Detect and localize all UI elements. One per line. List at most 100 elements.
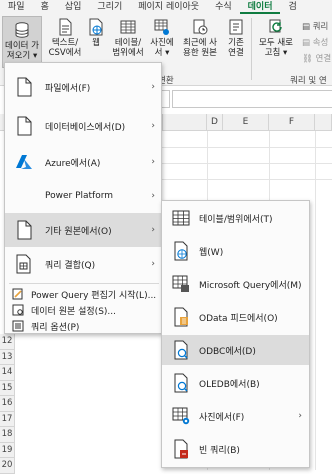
menu-item-label: 기타 원본에서(O) xyxy=(45,226,112,237)
power-query-editor-icon xyxy=(11,287,25,301)
submenu-item-label: 사진에서(F) xyxy=(199,412,245,423)
chevron-right-icon: › xyxy=(298,411,302,421)
group-label-queries: 쿼리 및 연 xyxy=(290,76,327,86)
tab-insert[interactable]: 삽입 xyxy=(57,0,90,14)
oledb-icon xyxy=(171,373,191,393)
recent-sources-button[interactable]: 최근에 사 용한 원본 xyxy=(178,18,222,58)
properties-label: 속성 xyxy=(312,38,329,48)
from-picture-label: 사진에 서 ▾ xyxy=(150,38,174,58)
menu-separator xyxy=(9,283,159,284)
submenu-item-web[interactable]: 웹(W) xyxy=(162,236,309,266)
submenu-item-label: Microsoft Query에서(M) xyxy=(199,280,302,291)
menu-item-power-platform[interactable]: Power Platform › xyxy=(5,179,161,213)
chevron-right-icon: › xyxy=(151,82,155,92)
existing-connections-label: 기존 연결 xyxy=(228,38,244,58)
tab-formulas[interactable]: 수식 xyxy=(207,0,240,14)
row-header[interactable]: 14 xyxy=(0,365,15,381)
data-source-settings-icon xyxy=(11,303,25,317)
table-range-label: 테이블/ 범위에서 xyxy=(112,38,144,58)
connections-icon xyxy=(229,19,243,35)
text-csv-label: 텍스트/ CSV에서 xyxy=(48,38,82,58)
submenu-item-label: 테이블/범위에서(T) xyxy=(199,214,273,225)
column-header[interactable] xyxy=(162,114,207,131)
row-header[interactable]: 17 xyxy=(0,411,15,427)
combine-queries-icon xyxy=(13,253,35,275)
table-icon xyxy=(171,208,191,228)
row-header[interactable]: 18 xyxy=(0,427,15,443)
submenu-item-blank-query[interactable]: 빈 쿼리(B) xyxy=(162,434,309,464)
menu-item-label: 파일에서(F) xyxy=(45,83,91,94)
web-page-icon xyxy=(89,18,103,36)
tab-draw[interactable]: 그리기 xyxy=(89,0,130,14)
row-header[interactable]: 19 xyxy=(0,442,15,458)
refresh-icon xyxy=(269,19,282,33)
properties-button[interactable]: ▤ 속성 xyxy=(302,36,328,48)
menu-item-data-source-settings[interactable]: 데이터 원본 설정(S)... xyxy=(5,302,161,318)
submenu-item-microsoft-query[interactable]: Microsoft Query에서(M) xyxy=(162,269,309,299)
refresh-all-button[interactable]: 모두 새로 고침 ▾ xyxy=(254,18,298,58)
recent-sources-label: 최근에 사 용한 원본 xyxy=(183,38,217,58)
chevron-right-icon: › xyxy=(151,225,155,235)
menu-item-label: 데이터베이스에서(D) xyxy=(45,122,126,133)
tab-review[interactable]: 검 xyxy=(280,0,304,14)
column-header-d[interactable]: D xyxy=(207,114,223,131)
submenu-item-odata-feed[interactable]: OData 피드에서(O) xyxy=(162,302,309,332)
column-header-e[interactable]: E xyxy=(223,114,269,131)
other-sources-icon xyxy=(13,219,35,241)
refresh-all-label: 모두 새로 고침 ▾ xyxy=(259,38,293,58)
submenu-item-oledb[interactable]: OLEDB에서(B) xyxy=(162,368,309,398)
recent-sources-icon xyxy=(193,19,208,35)
row-header[interactable]: 12 xyxy=(0,334,15,350)
submenu-item-from-picture[interactable]: 사진에서(F) › xyxy=(162,401,309,431)
text-csv-button[interactable]: 텍스트/ CSV에서 xyxy=(45,18,85,58)
column-header-f[interactable]: F xyxy=(269,114,315,131)
edit-links-button[interactable]: ⛓ 연결 xyxy=(302,52,331,64)
from-picture-button[interactable]: 사진에 서 ▾ xyxy=(148,18,176,58)
submenu-item-odbc[interactable]: ODBC에서(D) xyxy=(162,335,309,365)
existing-connections-button[interactable]: 기존 연결 xyxy=(224,18,248,58)
tab-data[interactable]: 데이터 xyxy=(239,0,281,14)
gridline xyxy=(315,131,316,470)
column-header[interactable] xyxy=(315,114,332,131)
web-button[interactable]: 웹 xyxy=(86,18,106,48)
formula-bar[interactable] xyxy=(172,90,332,108)
row-header[interactable]: 15 xyxy=(0,380,15,396)
ribbon-tabs: 파일 홈 삽입 그리기 페이지 레이아웃 수식 데이터 검 xyxy=(0,0,332,14)
odata-feed-icon xyxy=(171,307,191,327)
menu-item-label: Power Platform xyxy=(45,191,114,201)
odbc-icon xyxy=(171,340,191,360)
menu-item-label: 쿼리 결합(Q) xyxy=(45,260,96,271)
row-header[interactable]: 13 xyxy=(0,349,15,365)
menu-item-combine-queries[interactable]: 쿼리 결합(Q) › xyxy=(5,247,161,281)
menu-item-from-file[interactable]: 파일에서(F) › xyxy=(5,67,161,107)
get-data-button[interactable]: 데이터 가 져오기 ▾ xyxy=(2,16,42,68)
menu-item-launch-power-query[interactable]: Power Query 편집기 시작(L)... xyxy=(5,286,161,302)
submenu-item-table-range[interactable]: 테이블/범위에서(T) xyxy=(162,203,309,233)
menu-item-query-options[interactable]: 쿼리 옵션(P) xyxy=(5,318,161,334)
menu-item-label: 쿼리 옵션(P) xyxy=(31,322,80,333)
submenu-item-label: OData 피드에서(O) xyxy=(199,313,278,324)
table-range-button[interactable]: 테이블/ 범위에서 xyxy=(108,18,148,58)
chevron-right-icon: › xyxy=(151,157,155,167)
chevron-right-icon: › xyxy=(151,121,155,131)
row-header[interactable]: 16 xyxy=(0,396,15,412)
queries-connections-button[interactable]: ▤ 쿼리 xyxy=(302,20,328,32)
azure-icon xyxy=(13,151,35,173)
row-header[interactable]: 20 xyxy=(0,458,15,474)
tab-file[interactable]: 파일 xyxy=(0,0,33,14)
table-icon xyxy=(120,20,136,34)
power-platform-icon xyxy=(13,185,35,207)
menu-item-label: 데이터 원본 설정(S)... xyxy=(31,306,116,317)
tab-home[interactable]: 홈 xyxy=(33,0,57,14)
submenu-item-label: 웹(W) xyxy=(199,247,224,258)
get-data-menu: 파일에서(F) › 데이터베이스에서(D) › Azure에서(A) › Pow… xyxy=(4,62,162,334)
submenu-item-label: ODBC에서(D) xyxy=(199,346,256,357)
menu-item-from-azure[interactable]: Azure에서(A) › xyxy=(5,145,161,179)
tab-page-layout[interactable]: 페이지 레이아웃 xyxy=(130,0,207,14)
menu-item-from-other-sources[interactable]: 기타 원본에서(O) › xyxy=(5,213,161,247)
text-file-icon xyxy=(59,18,72,36)
chevron-right-icon: › xyxy=(151,191,155,201)
file-icon xyxy=(13,76,35,98)
blank-query-icon xyxy=(171,439,191,459)
menu-item-from-database[interactable]: 데이터베이스에서(D) › xyxy=(5,107,161,145)
